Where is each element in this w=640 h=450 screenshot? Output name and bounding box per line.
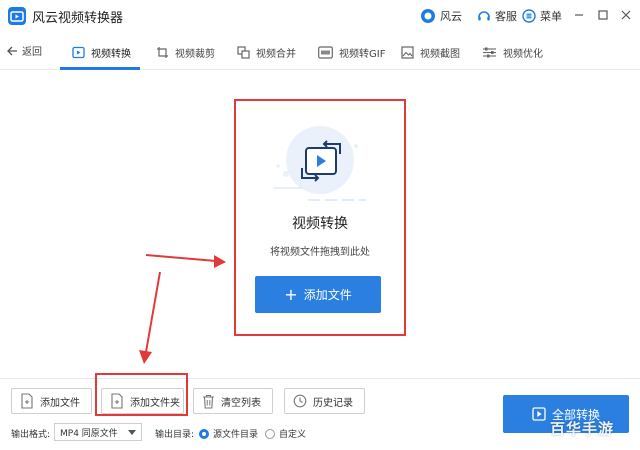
back-label: 返回 bbox=[22, 47, 42, 58]
add-file-button-main[interactable]: + 添加文件 bbox=[255, 276, 381, 313]
clock-icon bbox=[293, 394, 307, 408]
tab-video-convert[interactable]: 视频转换 bbox=[72, 34, 131, 70]
sliders-icon bbox=[483, 47, 496, 57]
folder-add-icon bbox=[111, 393, 123, 409]
radio-source-dir-label: 源文件目录 bbox=[213, 430, 259, 440]
history-button[interactable]: 历史记录 bbox=[284, 388, 365, 414]
add-file-label: 添加文件 bbox=[40, 397, 80, 409]
merge-icon bbox=[237, 45, 250, 59]
app-title: 风云视频转换器 bbox=[32, 11, 124, 26]
arrow-to-drop-zone bbox=[145, 254, 226, 268]
drop-zone-title: 视频转换 bbox=[292, 216, 348, 232]
close-button[interactable] bbox=[617, 6, 635, 24]
add-file-button[interactable]: 添加文件 bbox=[11, 388, 92, 414]
tab-video-crop[interactable]: 视频裁剪 bbox=[156, 34, 215, 70]
brand-account[interactable]: 风云 bbox=[420, 7, 462, 25]
drop-zone-hint: 将视频文件拖拽到此处 bbox=[270, 247, 370, 258]
active-tab-indicator bbox=[60, 67, 140, 70]
clear-list-label: 清空列表 bbox=[221, 397, 261, 409]
menu-label: 菜单 bbox=[540, 10, 562, 23]
chevron-down-icon bbox=[128, 430, 136, 435]
customer-service-button[interactable]: 客服 bbox=[477, 7, 517, 25]
trash-icon bbox=[203, 394, 214, 409]
video-convert-illustration bbox=[274, 126, 366, 201]
tab-label: 视频裁剪 bbox=[175, 48, 215, 60]
tab-label: 视频合并 bbox=[256, 48, 296, 60]
menu-button[interactable]: 菜单 bbox=[522, 7, 562, 25]
back-button[interactable]: 返回 bbox=[6, 43, 42, 58]
tab-label: 视频截图 bbox=[420, 48, 460, 60]
feature-nav: 返回 视频转换 视频裁剪 视频合并 视频转GIF 视频截图 视频优化 bbox=[0, 34, 640, 70]
crop-icon bbox=[157, 46, 168, 58]
play-icon bbox=[532, 407, 546, 421]
add-file-label: 添加文件 bbox=[303, 288, 352, 302]
gif-icon bbox=[318, 45, 333, 59]
file-add-icon bbox=[21, 393, 33, 409]
service-label: 客服 bbox=[495, 10, 517, 23]
brand-logo-icon bbox=[421, 9, 435, 23]
radio-source-dir[interactable]: 源文件目录 bbox=[199, 427, 258, 440]
maximize-icon bbox=[598, 10, 608, 20]
app-logo-icon bbox=[8, 7, 26, 25]
add-folder-label: 添加文件夹 bbox=[130, 397, 180, 409]
tab-label: 视频转GIF bbox=[339, 48, 386, 60]
maximize-button[interactable] bbox=[594, 6, 612, 24]
screenshot-icon bbox=[401, 45, 414, 59]
tab-video-optimize[interactable]: 视频优化 bbox=[482, 34, 543, 70]
watermark-text: 百华手游 bbox=[550, 420, 615, 438]
tab-video-to-gif[interactable]: 视频转GIF bbox=[318, 34, 385, 70]
radio-custom-dir-label: 自定义 bbox=[279, 430, 307, 440]
headset-icon bbox=[478, 11, 490, 21]
history-label: 历史记录 bbox=[313, 397, 353, 409]
radio-checked-icon bbox=[199, 428, 209, 439]
add-folder-button[interactable]: 添加文件夹 bbox=[101, 388, 184, 414]
tab-label: 视频优化 bbox=[503, 48, 543, 60]
radio-unchecked-icon bbox=[265, 428, 275, 439]
output-dir-label: 输出目录: bbox=[155, 430, 195, 440]
close-icon bbox=[621, 10, 631, 20]
video-convert-icon bbox=[72, 46, 85, 58]
radio-custom-dir[interactable]: 自定义 bbox=[265, 427, 306, 440]
menu-icon bbox=[522, 9, 536, 23]
plus-icon: + bbox=[284, 284, 298, 304]
tab-video-merge[interactable]: 视频合并 bbox=[237, 34, 296, 70]
output-format-select[interactable]: MP4 同原文件 bbox=[54, 423, 142, 441]
tab-label: 视频转换 bbox=[91, 48, 131, 60]
output-format-value: MP4 同原文件 bbox=[60, 428, 118, 439]
title-bar: 风云视频转换器 风云 客服 菜单 bbox=[0, 0, 640, 32]
minimize-button[interactable] bbox=[570, 6, 588, 24]
clear-list-button[interactable]: 清空列表 bbox=[193, 388, 273, 414]
arrow-to-add-folder bbox=[139, 271, 161, 364]
tab-video-screenshot[interactable]: 视频截图 bbox=[401, 34, 460, 70]
minimize-icon bbox=[575, 14, 583, 16]
brand-label: 风云 bbox=[440, 10, 462, 23]
output-format-label: 输出格式: bbox=[11, 430, 51, 440]
arrow-left-icon bbox=[7, 46, 17, 55]
